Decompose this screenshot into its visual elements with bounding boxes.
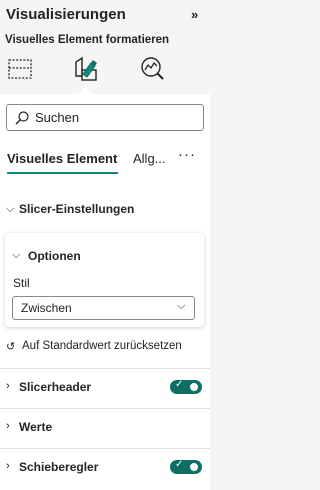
divider	[0, 448, 210, 449]
pane-subtitle: Visuelles Element formatieren	[5, 34, 170, 46]
slider-toggle[interactable]: ✓	[170, 459, 202, 474]
search-icon	[15, 111, 29, 125]
toggle-knob	[190, 463, 198, 471]
style-select[interactable]: Zwischen ⌵	[12, 296, 195, 320]
reset-label: Auf Standardwert zurücksetzen	[22, 340, 182, 352]
slicer-header-toggle[interactable]: ✓	[170, 379, 202, 394]
tab-visual[interactable]: Visuelles Element	[7, 151, 117, 166]
section-slicer-header[interactable]: › Slicerheader ✓	[0, 371, 210, 403]
section-label: Schieberegler	[19, 460, 99, 474]
section-values[interactable]: › Werte	[0, 411, 210, 443]
chevron-down-icon: ⌵	[177, 300, 186, 312]
options-label[interactable]: Optionen	[28, 249, 81, 263]
chevron-right-icon: ›	[6, 380, 10, 392]
section-label: Slicer-Einstellungen	[19, 202, 135, 216]
search-placeholder: Suchen	[35, 110, 80, 125]
style-select-value: Zwischen	[21, 301, 72, 315]
section-label: Slicerheader	[19, 380, 92, 394]
pane-header: Visualisierungen » Visuelles Element for…	[0, 0, 210, 98]
section-slicer-settings[interactable]: ⌵ Slicer-Einstellungen	[0, 193, 210, 225]
chevron-down-icon: ⌵	[6, 203, 15, 215]
section-label: Werte	[19, 420, 53, 434]
divider	[0, 408, 210, 409]
tab-active-underline	[7, 172, 118, 174]
chevron-right-icon: ›	[6, 420, 10, 432]
undo-icon: ↺	[6, 341, 16, 353]
reset-to-default-button[interactable]: ↺ Auf Standardwert zurücksetzen	[6, 339, 206, 357]
divider	[0, 368, 210, 369]
analytics-icon[interactable]	[138, 54, 166, 84]
check-icon: ✓	[175, 459, 184, 470]
toggle-knob	[190, 383, 198, 391]
style-label: Stil	[13, 276, 30, 290]
pane-title: Visualisierungen	[6, 6, 126, 23]
check-icon: ✓	[175, 379, 184, 390]
tab-general[interactable]: Allg...	[133, 151, 166, 166]
chevron-right-icon: ›	[6, 460, 10, 472]
more-tabs-button[interactable]: ···	[178, 146, 196, 163]
section-slider[interactable]: › Schieberegler ✓	[0, 451, 210, 483]
build-visual-icon[interactable]	[6, 54, 34, 84]
chevron-down-icon[interactable]: ⌵	[12, 249, 20, 262]
search-input[interactable]: Suchen	[6, 104, 204, 131]
format-visual-icon[interactable]	[71, 54, 99, 84]
double-chevron-right-icon[interactable]: »	[191, 7, 198, 22]
